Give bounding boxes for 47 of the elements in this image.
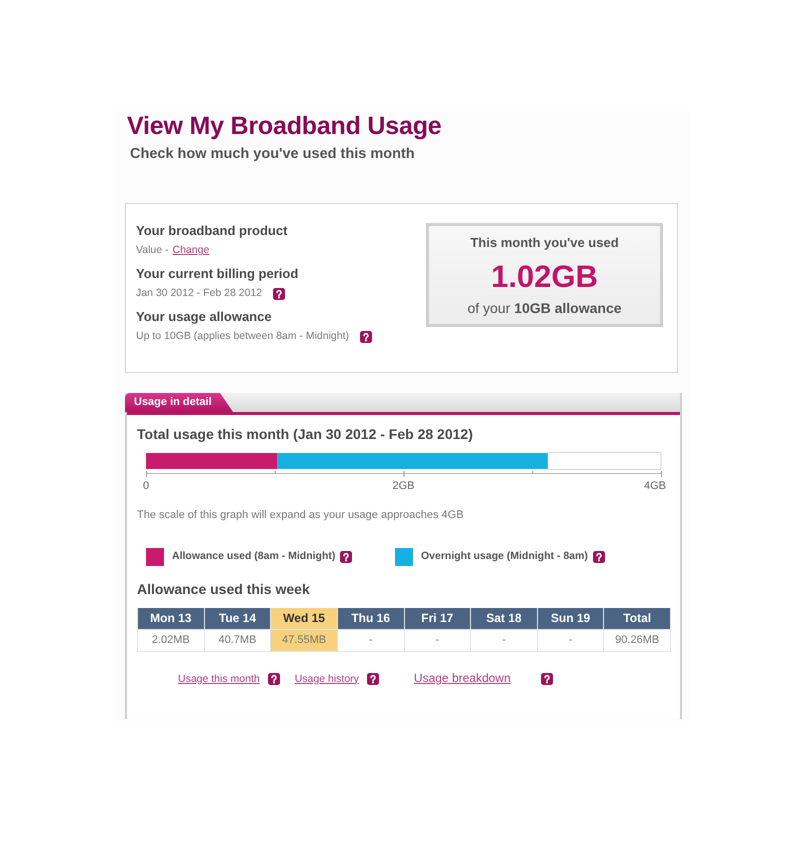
column-header: Tue 14 [204, 608, 271, 629]
legend-label: Overnight usage (Midnight - 8am) [421, 549, 588, 564]
tick-label: 0 [143, 480, 150, 492]
table-cell: 40.7MB [204, 629, 271, 651]
help-icon[interactable] [268, 673, 280, 686]
tick-label: 4GB [644, 480, 666, 492]
table-cell: - [537, 629, 604, 651]
field-label: Your broadband product [136, 222, 288, 240]
table-cell: - [404, 629, 471, 651]
page-title: View My Broadband Usage [127, 111, 442, 141]
help-icon[interactable] [273, 288, 286, 300]
usage-amount: 1.02GB [491, 260, 598, 294]
usage-caption: This month you've used [470, 235, 619, 251]
column-header: Fri 17 [404, 608, 471, 629]
column-header: Sat 18 [470, 608, 538, 629]
table-cell: - [337, 629, 404, 651]
table-cell: - [470, 629, 538, 651]
help-icon[interactable] [360, 331, 372, 343]
field-label: Your usage allowance [136, 308, 272, 326]
column-header: Wed 15 [270, 608, 338, 629]
detail-tab[interactable]: Usage in detail [125, 393, 233, 412]
tick-label: 2GB [392, 480, 414, 492]
change-link[interactable]: Change [172, 243, 210, 259]
table-cell: 90.26MB [604, 629, 670, 651]
field-value: Up to 10GB (applies between 8am - Midnight) [136, 329, 350, 344]
column-header: Total [604, 608, 670, 629]
usage-link[interactable]: Usage history [294, 672, 359, 688]
allowance-note: of your 10GB allowance [467, 299, 622, 317]
scale-note: The scale of this graph will expand as your usage approaches 4GB [137, 508, 464, 522]
chart-title: Total usage this month (Jan 30 2012 - Feb 28 2012) [137, 426, 473, 443]
help-icon[interactable] [540, 673, 553, 686]
column-header: Mon 13 [138, 608, 204, 629]
column-header: Sun 19 [537, 608, 604, 629]
table-cell: 47.55MB [270, 629, 338, 651]
help-icon[interactable] [366, 673, 379, 686]
usage-link[interactable]: Usage this month [178, 672, 260, 688]
page-subtitle: Check how much you've used this month [130, 145, 415, 163]
usage-link[interactable]: Usage breakdown [414, 668, 511, 687]
help-icon[interactable] [592, 551, 605, 563]
help-icon[interactable] [340, 551, 352, 563]
column-header: Thu 16 [337, 608, 404, 629]
field-label: Your current billing period [136, 265, 298, 283]
week-title: Allowance used this week [137, 581, 310, 598]
table-cell: 2.02MB [138, 629, 204, 651]
legend-label: Allowance used (8am - Midnight) [172, 549, 336, 564]
field-value: Value - [136, 243, 168, 258]
field-value: Jan 30 2012 - Feb 28 2012 [136, 286, 262, 302]
